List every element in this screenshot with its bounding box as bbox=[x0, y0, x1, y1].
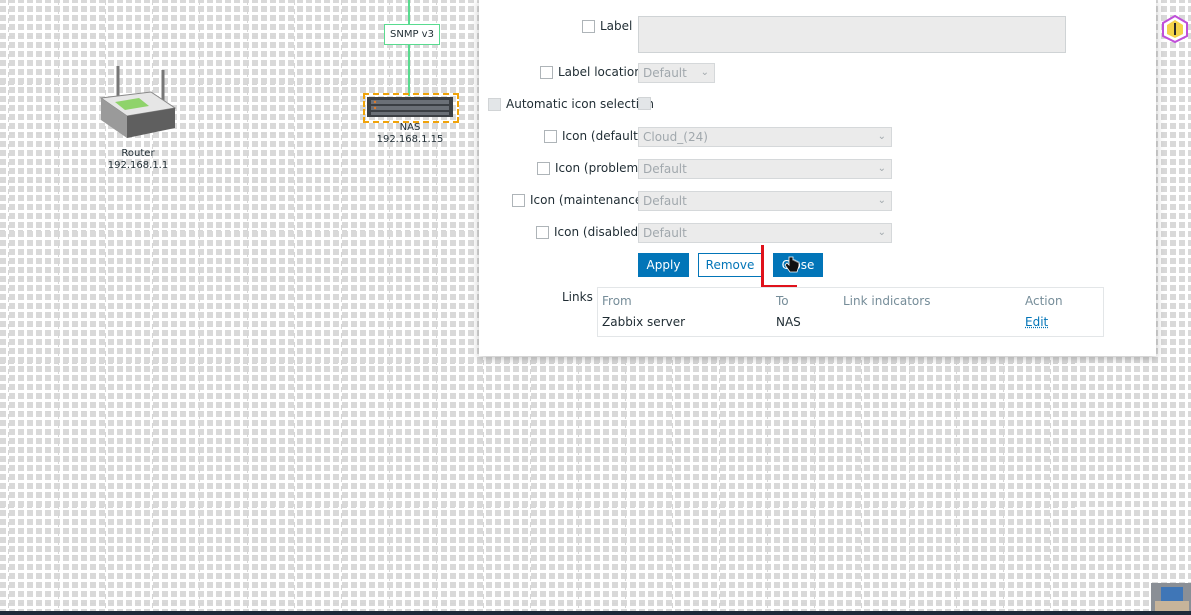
icon-maintenance-checkbox[interactable] bbox=[512, 193, 525, 207]
label-location-value: Default bbox=[643, 66, 687, 80]
chevron-down-icon: ⌄ bbox=[877, 227, 886, 238]
label-row: Label bbox=[582, 19, 632, 33]
label-location-select[interactable]: Default ⌄ bbox=[638, 63, 715, 83]
link-row-to: NAS bbox=[776, 315, 801, 329]
nas-name: NAS bbox=[399, 122, 421, 133]
links-col-to: To bbox=[776, 294, 789, 308]
icon-problem-value: Default bbox=[643, 162, 687, 176]
icon-problem-select[interactable]: Default ⌄ bbox=[638, 159, 892, 179]
icon-default-checkbox[interactable] bbox=[544, 129, 557, 143]
map-link-label[interactable]: SNMP v3 bbox=[384, 24, 440, 45]
link-row-edit-link[interactable]: Edit bbox=[1025, 315, 1048, 329]
icon-maintenance-label: Icon (maintenance) bbox=[530, 193, 647, 207]
label-label: Label bbox=[600, 19, 633, 33]
automatic-icon-row: Automatic icon selection bbox=[488, 97, 654, 111]
annotation-mark bbox=[761, 245, 764, 287]
router-address: 192.168.1.1 bbox=[107, 160, 169, 171]
router-name: Router bbox=[121, 148, 155, 159]
links-col-action: Action bbox=[1025, 294, 1063, 308]
chevron-down-icon: ⌄ bbox=[877, 163, 886, 174]
label-checkbox[interactable] bbox=[582, 19, 595, 33]
icon-disabled-row: Icon (disabled) bbox=[536, 225, 643, 239]
links-label: Links bbox=[562, 290, 593, 304]
icon-default-select[interactable]: Cloud_(24) ⌄ bbox=[638, 127, 892, 147]
icon-disabled-value: Default bbox=[643, 226, 687, 240]
label-location-checkbox[interactable] bbox=[540, 65, 553, 79]
app-badge-icon[interactable] bbox=[1160, 14, 1190, 44]
chevron-down-icon: ⌄ bbox=[877, 131, 886, 142]
chevron-down-icon: ⌄ bbox=[700, 67, 709, 78]
nas-address: 192.168.1.15 bbox=[376, 134, 444, 145]
automatic-icon-left-checkbox bbox=[488, 97, 501, 111]
icon-maintenance-select[interactable]: Default ⌄ bbox=[638, 191, 892, 211]
icon-problem-row: Icon (problem) bbox=[537, 161, 643, 175]
icon-disabled-select[interactable]: Default ⌄ bbox=[638, 223, 892, 243]
hand-cursor-icon bbox=[784, 256, 800, 273]
icon-default-row: Icon (default) bbox=[544, 129, 642, 143]
automatic-icon-label: Automatic icon selection bbox=[506, 97, 654, 111]
map-link-line[interactable] bbox=[408, 0, 410, 96]
label-textarea[interactable] bbox=[638, 16, 1066, 53]
map-element-nas[interactable]: NAS 192.168.1.15 bbox=[360, 96, 460, 146]
automatic-icon-checkbox[interactable] bbox=[638, 97, 651, 110]
presenter-avatar-icon bbox=[1151, 583, 1191, 613]
label-location-label: Label location bbox=[558, 65, 642, 79]
links-table: From To Link indicators Action Zabbix se… bbox=[597, 287, 1104, 337]
router-icon bbox=[99, 66, 177, 138]
icon-disabled-label: Icon (disabled) bbox=[554, 225, 643, 239]
chevron-down-icon: ⌄ bbox=[877, 195, 886, 206]
server-rack-icon bbox=[367, 97, 453, 117]
apply-button[interactable]: Apply bbox=[638, 253, 689, 277]
icon-maintenance-value: Default bbox=[643, 194, 687, 208]
links-col-from: From bbox=[602, 294, 632, 308]
icon-problem-checkbox[interactable] bbox=[537, 161, 550, 175]
label-location-row: Label location bbox=[540, 65, 642, 79]
map-element-router[interactable]: Router 192.168.1.1 bbox=[88, 64, 188, 172]
icon-disabled-checkbox[interactable] bbox=[536, 225, 549, 239]
bottom-edge-bar bbox=[0, 611, 1191, 615]
links-col-indicators: Link indicators bbox=[843, 294, 931, 308]
icon-problem-label: Icon (problem) bbox=[555, 161, 643, 175]
icon-default-value: Cloud_(24) bbox=[643, 130, 708, 144]
link-row-from: Zabbix server bbox=[602, 315, 686, 329]
icon-maintenance-row: Icon (maintenance) bbox=[512, 193, 647, 207]
icon-default-label: Icon (default) bbox=[562, 129, 643, 143]
remove-button[interactable]: Remove bbox=[698, 253, 762, 277]
